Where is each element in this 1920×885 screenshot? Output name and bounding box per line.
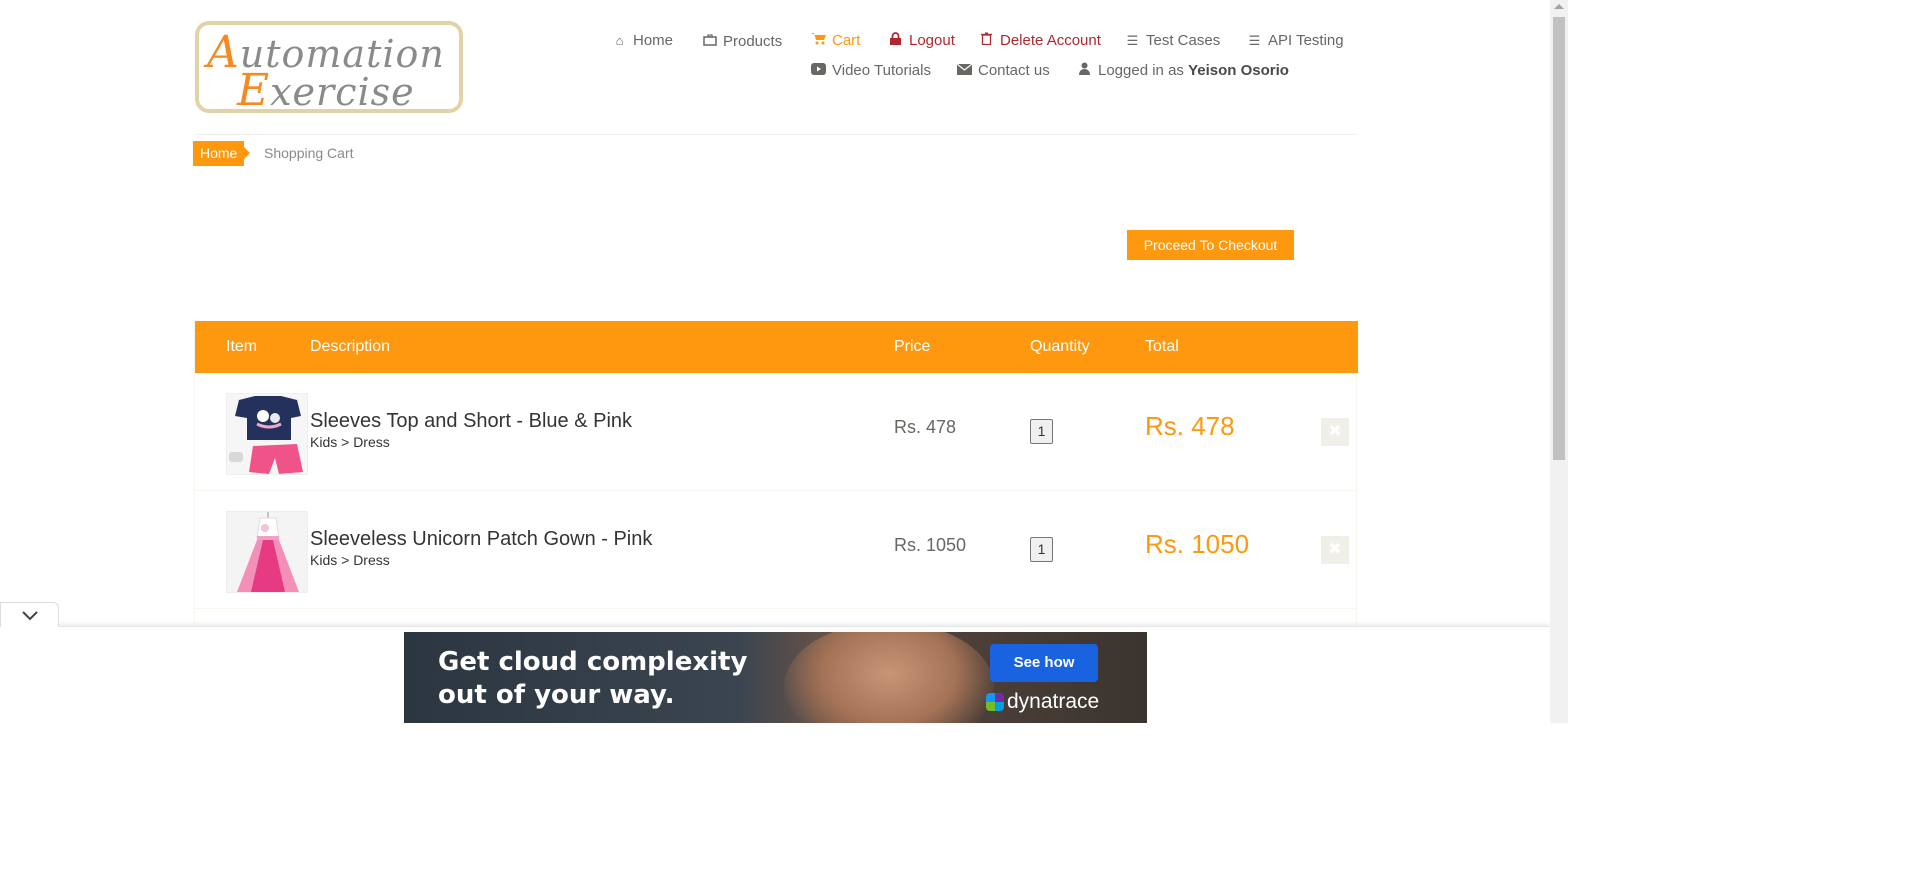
- youtube-icon: [811, 63, 826, 78]
- nav-test-cases[interactable]: ☰ Test Cases: [1125, 32, 1221, 49]
- nav-delete-account-label: Delete Account: [1000, 32, 1101, 49]
- nav-video-tutorials[interactable]: Video Tutorials: [811, 62, 931, 79]
- dynatrace-logo-icon: [986, 693, 1004, 711]
- site-logo[interactable]: Automation Exercise: [195, 21, 463, 113]
- nav-contact-us-label: Contact us: [978, 62, 1050, 79]
- nav-logged-in-as: Logged in as Yeison Osorio: [1077, 62, 1289, 79]
- nav-products-label: Products: [723, 33, 783, 50]
- product-name[interactable]: Sleeves Top and Short - Blue & Pink: [310, 410, 632, 433]
- nav-api-testing[interactable]: ☰ API Testing: [1247, 32, 1344, 49]
- page-scrollbar[interactable]: [1550, 0, 1568, 723]
- logo-letter-a: A: [207, 27, 240, 78]
- product-total: Rs. 478: [1145, 411, 1235, 441]
- close-icon: ✖: [1328, 541, 1342, 558]
- breadcrumb-home[interactable]: Home: [193, 141, 251, 166]
- scroll-up-arrow-icon[interactable]: [1554, 4, 1564, 9]
- header-total: Total: [1145, 338, 1179, 355]
- breadcrumb-current: Shopping Cart: [264, 145, 354, 161]
- product-image[interactable]: [226, 511, 308, 593]
- product-name[interactable]: Sleeveless Unicorn Patch Gown - Pink: [310, 528, 652, 551]
- trash-icon: [979, 32, 994, 48]
- header-quantity: Quantity: [1030, 338, 1090, 355]
- home-icon: ⌂: [615, 33, 624, 48]
- nav-api-testing-label: API Testing: [1268, 32, 1344, 49]
- envelope-icon: [956, 63, 973, 78]
- cart-table-header: Item Description Price Quantity Total: [195, 321, 1358, 373]
- list-icon: ☰: [1248, 33, 1261, 48]
- nav-home-label: Home: [633, 32, 674, 49]
- ad-headline: Get cloud complexity out of your way.: [438, 646, 747, 712]
- ad-cta-button[interactable]: See how: [990, 644, 1098, 682]
- nav-delete-account[interactable]: Delete Account: [979, 32, 1101, 49]
- nav-logout[interactable]: Logout: [888, 32, 955, 49]
- product-total: Rs. 1050: [1145, 529, 1250, 559]
- logo-letter-e: E: [237, 65, 271, 113]
- ad-person-image: [784, 632, 994, 723]
- close-icon: ✖: [1328, 423, 1342, 440]
- ad-brand: dynatrace: [986, 690, 1099, 714]
- briefcase-icon: [702, 34, 717, 49]
- product-category: Kids > Dress: [310, 552, 390, 568]
- delete-item-button[interactable]: ✖: [1321, 418, 1349, 446]
- header-description: Description: [310, 338, 391, 355]
- nav-contact-us[interactable]: Contact us: [956, 62, 1050, 79]
- ad-headline-line1: Get cloud complexity: [438, 647, 748, 677]
- nav-logout-label: Logout: [909, 32, 955, 49]
- scrollbar-thumb[interactable]: [1553, 17, 1565, 460]
- header-divider: [195, 134, 1357, 135]
- cart-row: Sleeveless Unicorn Patch Gown - Pink Kid…: [195, 491, 1356, 609]
- ad-headline-line2: out of your way.: [438, 680, 675, 710]
- cart-row: Sleeves Top and Short - Blue & Pink Kids…: [195, 373, 1356, 491]
- header-item: Item: [226, 338, 258, 355]
- header-price: Price: [894, 338, 931, 355]
- quantity-button[interactable]: 1: [1030, 537, 1053, 562]
- nav-cart-label: Cart: [832, 32, 861, 49]
- shopping-cart-icon: [811, 32, 826, 48]
- nav-video-tutorials-label: Video Tutorials: [832, 62, 931, 79]
- ad-collapse-toggle[interactable]: [0, 602, 59, 627]
- ad-brand-name: dynatrace: [1007, 690, 1100, 713]
- quantity-button[interactable]: 1: [1030, 419, 1053, 444]
- product-image[interactable]: [226, 393, 308, 475]
- nav-test-cases-label: Test Cases: [1146, 32, 1221, 49]
- logo-text-line2: xercise: [270, 70, 415, 113]
- nav-home[interactable]: ⌂ Home: [612, 32, 673, 49]
- delete-item-button[interactable]: ✖: [1321, 536, 1349, 564]
- proceed-to-checkout-button[interactable]: Proceed To Checkout: [1127, 230, 1294, 260]
- logged-in-prefix: Logged in as: [1098, 62, 1184, 79]
- product-category: Kids > Dress: [310, 434, 390, 450]
- product-price: Rs. 1050: [894, 535, 967, 555]
- chevron-down-icon: [21, 611, 38, 621]
- user-icon: [1077, 62, 1092, 78]
- product-price: Rs. 478: [894, 417, 957, 437]
- logged-in-username: Yeison Osorio: [1188, 62, 1289, 79]
- nav-cart[interactable]: Cart: [811, 32, 860, 49]
- cart-table: Item Description Price Quantity Total Sl…: [194, 321, 1358, 631]
- list-icon: ☰: [1126, 33, 1139, 48]
- lock-icon: [888, 32, 903, 48]
- ad-banner[interactable]: Get cloud complexity out of your way. Se…: [404, 632, 1147, 723]
- nav-products[interactable]: Products: [702, 33, 782, 50]
